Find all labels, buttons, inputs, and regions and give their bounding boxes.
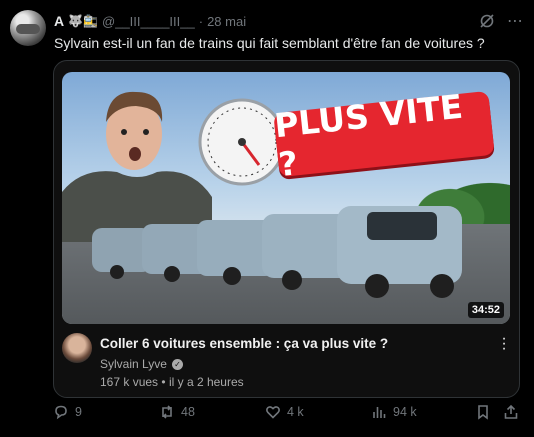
cars-illustration: [92, 206, 462, 298]
channel-name[interactable]: Sylvain Lyve: [100, 357, 167, 371]
reply-action[interactable]: 9: [53, 404, 82, 420]
video-age: il y a 2 heures: [168, 375, 244, 389]
youtube-card[interactable]: PLUS VITE ? 34:52 Coller 6 voitures ense…: [53, 60, 520, 398]
view-count: 94 k: [393, 405, 417, 419]
like-count: 4 k: [287, 405, 304, 419]
views-icon: [373, 407, 386, 418]
channel-row: Sylvain Lyve ✓: [100, 357, 183, 371]
share-icon: [504, 404, 518, 419]
views-action[interactable]: 94 k: [371, 404, 417, 420]
separator-dot: ·: [198, 13, 204, 29]
grok-icon[interactable]: [479, 13, 495, 29]
repost-count: 48: [181, 405, 195, 419]
post-header: A 🐺🚉 @__III____III__ · 28 mai ⋯: [54, 12, 524, 30]
author-avatar[interactable]: [10, 10, 46, 46]
kebab-icon[interactable]: · · ·: [501, 331, 507, 357]
display-name-emojis: 🐺🚉: [68, 14, 99, 28]
reply-count: 9: [75, 405, 82, 419]
like-action[interactable]: 4 k: [265, 404, 304, 420]
more-icon[interactable]: ⋯: [507, 11, 524, 31]
age-separator: •: [161, 375, 166, 389]
repost-icon: [162, 405, 172, 419]
channel-avatar[interactable]: [62, 333, 92, 363]
bookmark-action[interactable]: [475, 404, 491, 420]
share-action[interactable]: [503, 404, 519, 420]
post-actions: 9 48 4 k 94 k: [53, 404, 523, 426]
thumbnail-title-badge: PLUS VITE ?: [273, 87, 495, 184]
video-thumbnail[interactable]: PLUS VITE ? 34:52: [62, 72, 510, 324]
video-title[interactable]: Coller 6 voitures ensemble : ça va plus …: [100, 336, 388, 351]
video-duration: 34:52: [467, 302, 504, 318]
display-name[interactable]: A: [54, 13, 64, 29]
video-meta: 167 k vues • il y a 2 heures: [100, 375, 244, 389]
video-views: 167 k vues: [100, 375, 159, 389]
post-date[interactable]: 28 mai: [207, 14, 246, 29]
repost-action[interactable]: 48: [159, 404, 195, 420]
user-handle[interactable]: @__III____III__: [102, 14, 195, 29]
bookmark-icon: [478, 405, 488, 420]
post-text: Sylvain est-il un fan de trains qui fait…: [54, 35, 485, 51]
like-icon: [266, 406, 280, 419]
verified-icon: ✓: [171, 358, 183, 370]
reply-icon: [55, 405, 67, 420]
